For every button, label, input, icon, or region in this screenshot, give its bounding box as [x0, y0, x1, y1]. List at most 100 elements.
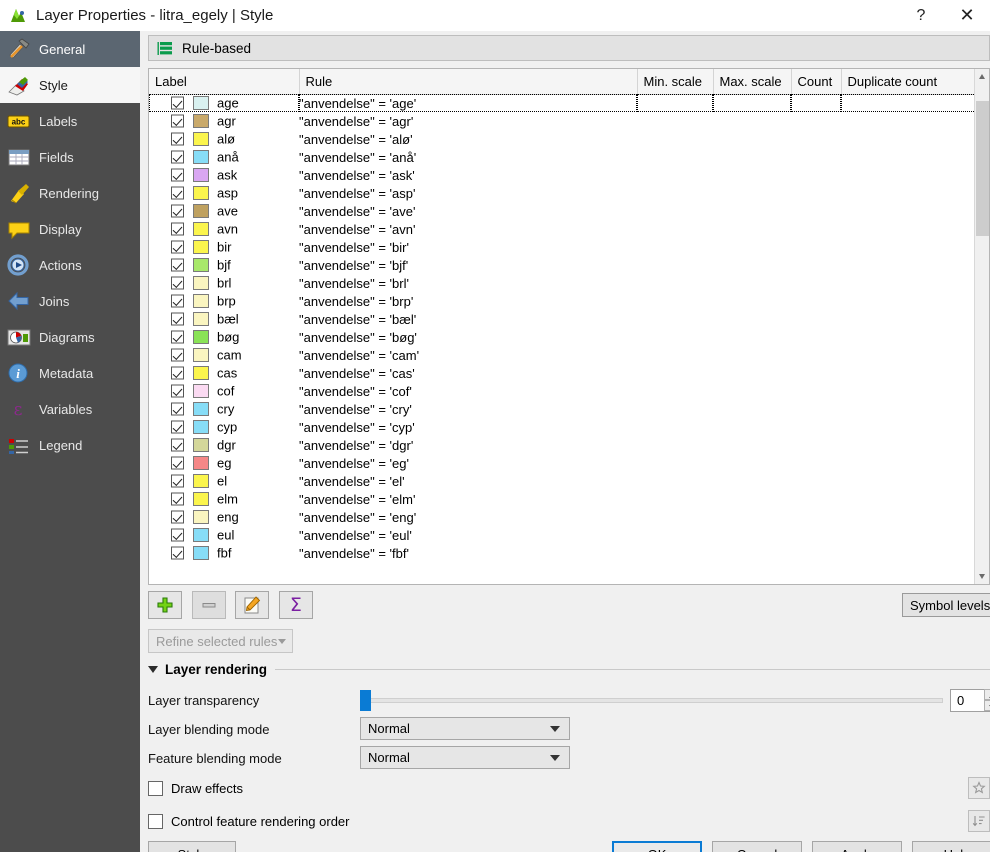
column-header-duplicate-count[interactable]: Duplicate count	[841, 69, 977, 95]
rule-max-scale-cell[interactable]	[713, 382, 791, 400]
rule-symbol-swatch[interactable]	[193, 474, 209, 488]
rule-symbol-swatch[interactable]	[193, 186, 209, 200]
rule-min-scale-cell[interactable]	[637, 112, 713, 130]
table-row[interactable]: bæl "anvendelse" = 'bæl'	[149, 310, 989, 328]
rule-max-scale-cell[interactable]	[713, 130, 791, 148]
rule-max-scale-cell[interactable]	[713, 148, 791, 166]
rule-enabled-checkbox[interactable]	[171, 132, 184, 146]
rule-enabled-checkbox[interactable]	[171, 222, 184, 236]
layer-transparency-slider-track[interactable]	[360, 698, 943, 703]
rule-symbol-swatch[interactable]	[193, 258, 209, 272]
sidebar-item-labels[interactable]: abc Labels	[0, 103, 140, 139]
rule-symbol-swatch[interactable]	[193, 348, 209, 362]
rule-label-cell[interactable]: anå	[149, 148, 299, 166]
rule-expression-cell[interactable]: "anvendelse" = 'asp'	[299, 184, 637, 202]
rule-count-cell[interactable]	[791, 202, 841, 220]
table-row[interactable]: alø "anvendelse" = 'alø'	[149, 130, 989, 148]
rule-max-scale-cell[interactable]	[713, 112, 791, 130]
rule-duplicate-count-cell[interactable]	[841, 364, 976, 382]
rule-duplicate-count-cell[interactable]	[841, 94, 976, 112]
rule-min-scale-cell[interactable]	[637, 220, 713, 238]
close-icon[interactable]: ✕	[944, 0, 990, 31]
rule-min-scale-cell[interactable]	[637, 274, 713, 292]
rule-symbol-swatch[interactable]	[193, 114, 209, 128]
table-row[interactable]: cyp "anvendelse" = 'cyp'	[149, 418, 989, 436]
rule-min-scale-cell[interactable]	[637, 166, 713, 184]
rule-duplicate-count-cell[interactable]	[841, 382, 976, 400]
rule-expression-cell[interactable]: "anvendelse" = 'cry'	[299, 400, 637, 418]
rule-enabled-checkbox[interactable]	[171, 204, 184, 218]
rule-max-scale-cell[interactable]	[713, 202, 791, 220]
rule-max-scale-cell[interactable]	[713, 454, 791, 472]
rule-enabled-checkbox[interactable]	[171, 420, 184, 434]
rule-min-scale-cell[interactable]	[637, 454, 713, 472]
count-features-button[interactable]: Σ	[278, 591, 313, 619]
rule-enabled-checkbox[interactable]	[171, 510, 184, 524]
rule-symbol-swatch[interactable]	[193, 132, 209, 146]
rule-min-scale-cell[interactable]	[637, 94, 713, 112]
rule-enabled-checkbox[interactable]	[171, 384, 184, 398]
rule-count-cell[interactable]	[791, 382, 841, 400]
rule-min-scale-cell[interactable]	[637, 508, 713, 526]
rule-expression-cell[interactable]: "anvendelse" = 'brp'	[299, 292, 637, 310]
control-rendering-order-checkbox[interactable]	[148, 814, 163, 829]
rule-count-cell[interactable]	[791, 346, 841, 364]
rule-expression-cell[interactable]: "anvendelse" = 'cyp'	[299, 418, 637, 436]
rule-count-cell[interactable]	[791, 238, 841, 256]
rule-expression-cell[interactable]: "anvendelse" = 'ask'	[299, 166, 637, 184]
rule-count-cell[interactable]	[791, 364, 841, 382]
rule-expression-cell[interactable]: "anvendelse" = 'bæl'	[299, 310, 637, 328]
column-header-label[interactable]: Label	[149, 69, 300, 95]
table-row[interactable]: eg "anvendelse" = 'eg'	[149, 454, 989, 472]
sidebar-item-variables[interactable]: ε Variables	[0, 391, 140, 427]
rule-duplicate-count-cell[interactable]	[841, 238, 976, 256]
rule-expression-cell[interactable]: "anvendelse" = 'eng'	[299, 508, 637, 526]
rule-symbol-swatch[interactable]	[193, 546, 209, 560]
rule-symbol-swatch[interactable]	[193, 312, 209, 326]
rule-max-scale-cell[interactable]	[713, 418, 791, 436]
rule-enabled-checkbox[interactable]	[171, 456, 184, 470]
ok-button[interactable]: OK	[612, 841, 702, 852]
table-row[interactable]: brp "anvendelse" = 'brp'	[149, 292, 989, 310]
rule-symbol-swatch[interactable]	[193, 276, 209, 290]
rule-enabled-checkbox[interactable]	[171, 330, 184, 344]
rendering-order-settings-button[interactable]	[968, 810, 990, 832]
table-row[interactable]: ave "anvendelse" = 'ave'	[149, 202, 989, 220]
table-row[interactable]: ask "anvendelse" = 'ask'	[149, 166, 989, 184]
rules-table-scrollbar[interactable]	[974, 69, 989, 584]
rule-max-scale-cell[interactable]	[713, 364, 791, 382]
rule-enabled-checkbox[interactable]	[171, 492, 184, 506]
scrollbar-thumb[interactable]	[976, 101, 989, 236]
rule-max-scale-cell[interactable]	[713, 436, 791, 454]
draw-effects-checkbox[interactable]	[148, 781, 163, 796]
rule-enabled-checkbox[interactable]	[171, 294, 184, 308]
rule-duplicate-count-cell[interactable]	[841, 310, 976, 328]
rule-duplicate-count-cell[interactable]	[841, 526, 976, 544]
rule-min-scale-cell[interactable]	[637, 184, 713, 202]
table-row[interactable]: brl "anvendelse" = 'brl'	[149, 274, 989, 292]
rule-symbol-swatch[interactable]	[193, 366, 209, 380]
rule-min-scale-cell[interactable]	[637, 382, 713, 400]
rule-count-cell[interactable]	[791, 256, 841, 274]
edit-rule-button[interactable]	[235, 591, 270, 619]
rule-label-cell[interactable]: bjf	[149, 256, 299, 274]
rule-count-cell[interactable]	[791, 310, 841, 328]
rule-label-cell[interactable]: age	[149, 94, 299, 112]
rule-expression-cell[interactable]: "anvendelse" = 'bjf'	[299, 256, 637, 274]
rule-duplicate-count-cell[interactable]	[841, 436, 976, 454]
rule-min-scale-cell[interactable]	[637, 130, 713, 148]
rule-duplicate-count-cell[interactable]	[841, 166, 976, 184]
rule-count-cell[interactable]	[791, 472, 841, 490]
rule-label-cell[interactable]: brl	[149, 274, 299, 292]
table-row[interactable]: anå "anvendelse" = 'anå'	[149, 148, 989, 166]
rule-symbol-swatch[interactable]	[193, 204, 209, 218]
rule-duplicate-count-cell[interactable]	[841, 184, 976, 202]
help-button[interactable]: ?	[898, 0, 944, 31]
add-rule-button[interactable]	[148, 591, 182, 619]
rule-symbol-swatch[interactable]	[193, 168, 209, 182]
rule-duplicate-count-cell[interactable]	[841, 220, 976, 238]
rule-duplicate-count-cell[interactable]	[841, 490, 976, 508]
rule-duplicate-count-cell[interactable]	[841, 292, 976, 310]
rule-expression-cell[interactable]: "anvendelse" = 'alø'	[299, 130, 637, 148]
rule-expression-cell[interactable]: "anvendelse" = 'eg'	[299, 454, 637, 472]
